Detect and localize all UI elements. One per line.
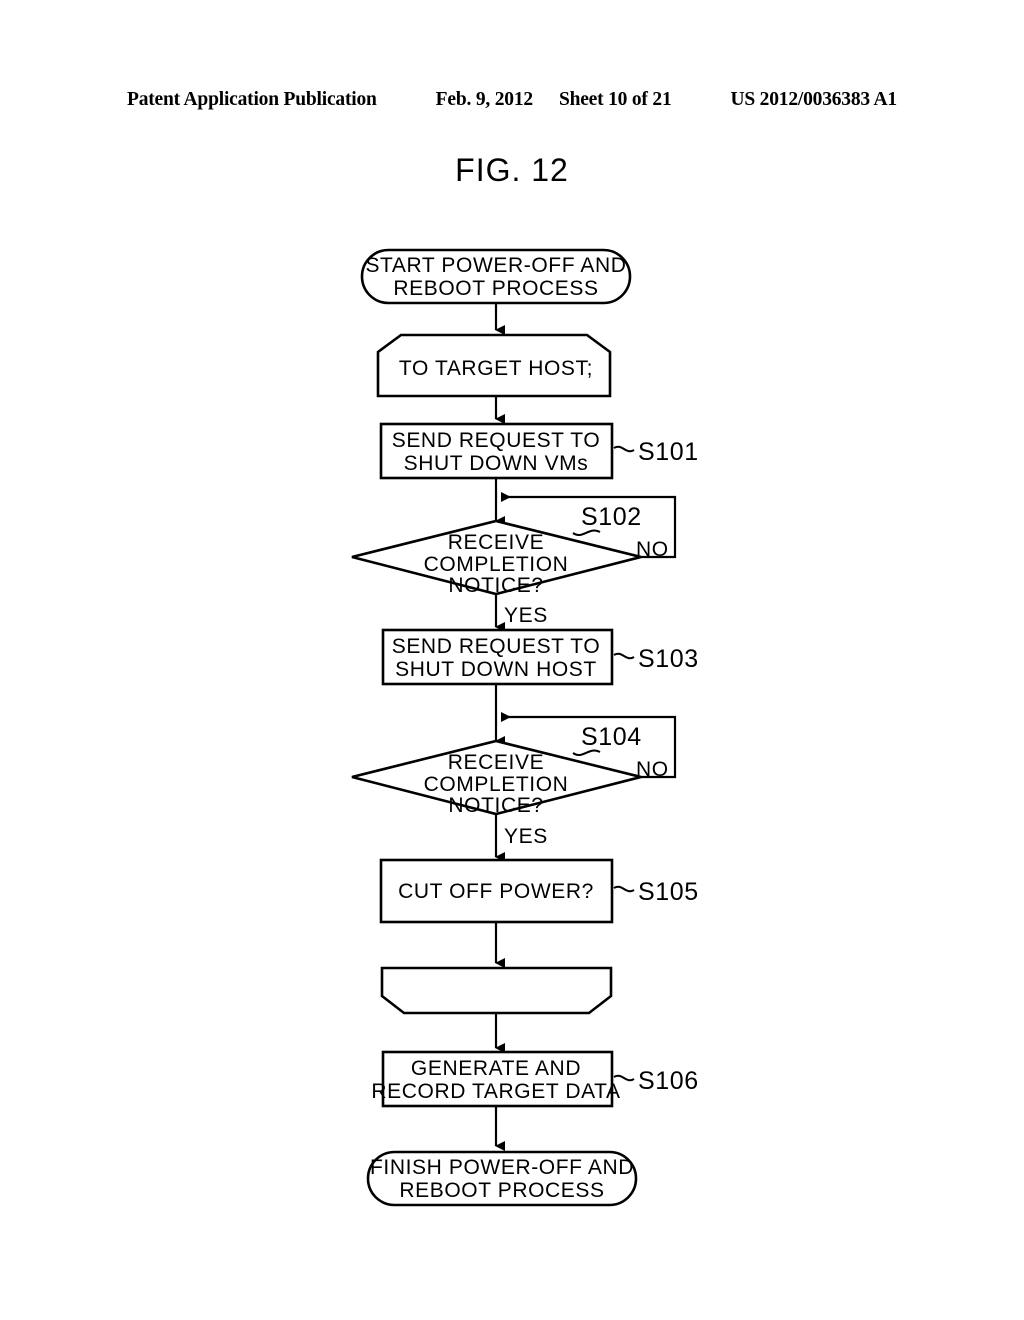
node-finish[interactable]: FINISH POWER-OFF AND REBOOT PROCESS: [366, 1150, 638, 1207]
node-blank-chamfer-bottom[interactable]: [380, 966, 613, 1015]
s102-line-2: COMPLETION: [424, 553, 569, 576]
s104-no-label: NO: [636, 758, 669, 781]
blank-chamfer-bottom-shape: [380, 966, 613, 1015]
s105-line-1: CUT OFF POWER?: [398, 880, 594, 903]
s101-line-1: SEND REQUEST TO: [392, 429, 601, 452]
s105-step-label: S105: [638, 878, 699, 906]
finish-line-2: REBOOT PROCESS: [399, 1179, 604, 1202]
s101-step-label: S101: [638, 438, 699, 466]
s102-leader-line: [572, 529, 601, 536]
node-to-target-host[interactable]: TO TARGET HOST;: [376, 333, 612, 398]
s102-step-label: S102: [581, 503, 642, 531]
s104-yes-label: YES: [504, 825, 548, 848]
s103-line-2: SHUT DOWN HOST: [395, 658, 597, 681]
start-line-1: START POWER-OFF AND: [365, 254, 626, 277]
node-receive-completion-notice-host[interactable]: RECEIVE COMPLETION NOTICE? S104 NO YES: [351, 723, 669, 848]
node-send-request-shutdown-vms[interactable]: SEND REQUEST TO SHUT DOWN VMs S101: [379, 422, 699, 480]
flowchart-diagram: START POWER-OFF AND REBOOT PROCESS TO TA…: [0, 0, 1024, 1320]
to-target-host-line-1: TO TARGET HOST;: [399, 357, 593, 380]
s103-leader-line: [613, 652, 635, 660]
s104-line-3: NOTICE?: [448, 794, 543, 817]
s101-leader-line: [613, 445, 635, 453]
s106-line-1: GENERATE AND: [411, 1057, 581, 1080]
s101-line-2: SHUT DOWN VMs: [404, 452, 589, 475]
s104-step-label: S104: [581, 723, 642, 751]
s104-line-1: RECEIVE: [448, 751, 544, 774]
s102-no-label: NO: [636, 538, 669, 561]
start-line-2: REBOOT PROCESS: [393, 277, 598, 300]
s103-step-label: S103: [638, 645, 699, 673]
s104-line-2: COMPLETION: [424, 773, 569, 796]
s106-step-label: S106: [638, 1067, 699, 1095]
s102-line-3: NOTICE?: [448, 574, 543, 597]
node-send-request-shutdown-host[interactable]: SEND REQUEST TO SHUT DOWN HOST S103: [381, 628, 699, 686]
s105-leader-line: [613, 885, 635, 893]
s104-leader-line: [572, 749, 601, 756]
s102-line-1: RECEIVE: [448, 531, 544, 554]
node-generate-record-target-data[interactable]: GENERATE AND RECORD TARGET DATA S106: [371, 1050, 699, 1108]
node-receive-completion-notice-vms[interactable]: RECEIVE COMPLETION NOTICE? S102 NO YES: [351, 503, 669, 627]
s102-yes-label: YES: [504, 604, 548, 627]
s106-line-2: RECORD TARGET DATA: [371, 1080, 620, 1103]
finish-line-1: FINISH POWER-OFF AND: [370, 1156, 634, 1179]
node-start[interactable]: START POWER-OFF AND REBOOT PROCESS: [360, 248, 632, 305]
node-cut-off-power[interactable]: CUT OFF POWER? S105: [379, 858, 699, 924]
s103-line-1: SEND REQUEST TO: [392, 635, 601, 658]
